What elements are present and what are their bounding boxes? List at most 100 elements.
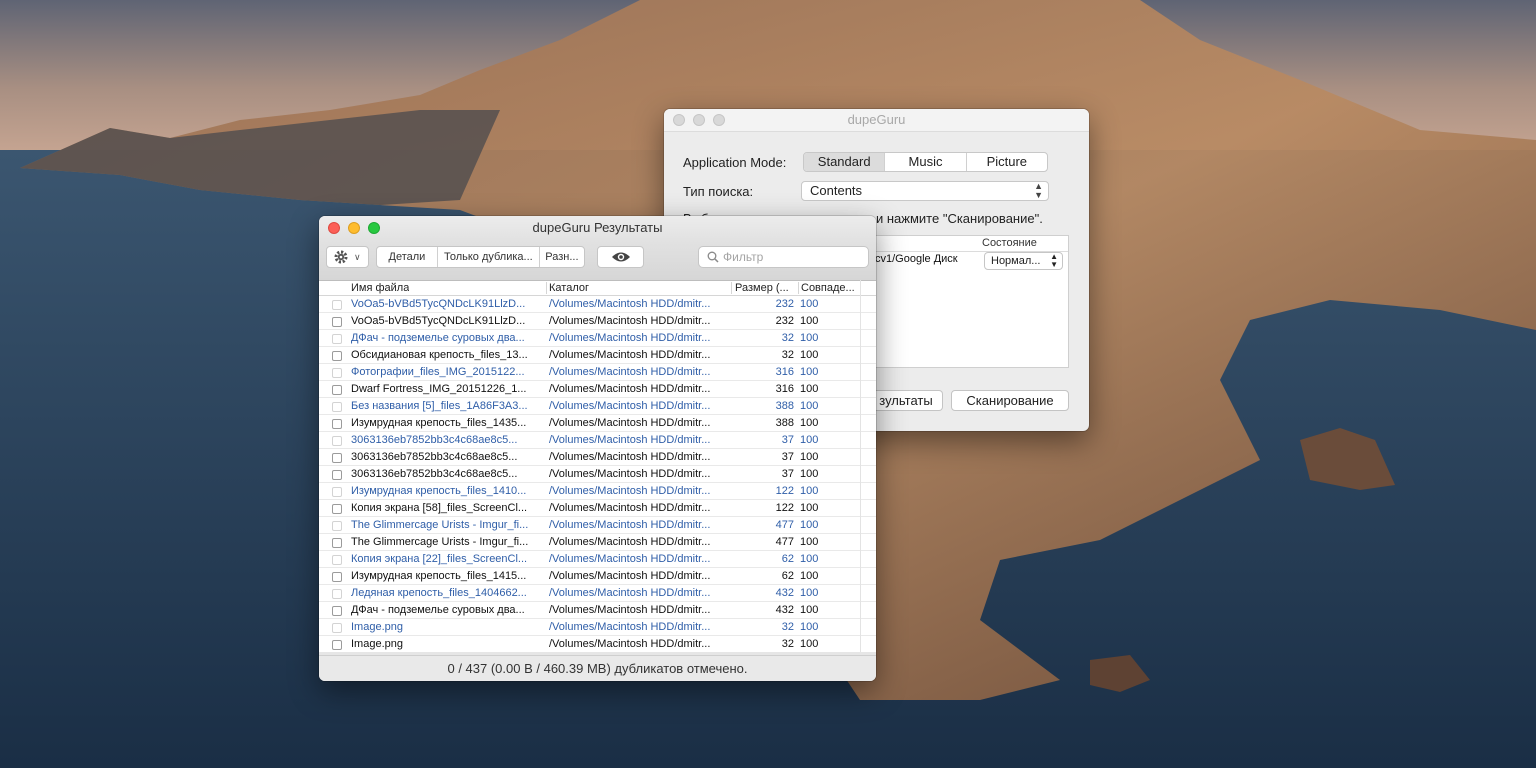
cell-match: 100 [800, 332, 819, 344]
filter-field[interactable]: Фильтр [698, 246, 869, 268]
scan-type-label: Тип поиска: [683, 184, 754, 199]
row-checkbox [332, 334, 342, 344]
cell-filename: ДФач - подземелье суровых два... [351, 332, 525, 344]
row-checkbox[interactable] [332, 504, 342, 514]
details-button[interactable]: Детали [377, 247, 438, 267]
table-row[interactable]: Обсидиановая крепость_files_13... /Volume… [319, 347, 876, 364]
cell-folder: /Volumes/Macintosh HDD/dmitr... [549, 570, 711, 582]
minimize-button[interactable] [348, 222, 360, 234]
delta-values-button[interactable]: Разн... [540, 247, 584, 267]
cell-filename: The Glimmercage Urists - Imgur_fi... [351, 536, 529, 548]
view-options-group: Детали Только дублика... Разн... [376, 246, 585, 268]
table-row[interactable]: Фотографии_files_IMG_2015122... /Volumes/… [319, 364, 876, 381]
cell-match: 100 [800, 536, 819, 548]
cell-filename: VoOa5-bVBd5TycQNDcLK91LlzD... [351, 298, 526, 310]
main-window-title: dupeGuru [847, 112, 906, 127]
row-checkbox[interactable] [332, 385, 342, 395]
row-checkbox[interactable] [332, 351, 342, 361]
column-header-match[interactable]: Совпаде... [801, 281, 859, 295]
cell-folder: /Volumes/Macintosh HDD/dmitr... [549, 536, 711, 548]
cell-size: 122 [775, 485, 794, 497]
table-row[interactable]: ДФач - подземелье суровых два... /Volumes… [319, 602, 876, 619]
mode-standard[interactable]: Standard [804, 153, 886, 171]
cell-filename: The Glimmercage Urists - Imgur_fi... [351, 519, 529, 531]
cell-match: 100 [800, 485, 819, 497]
row-checkbox[interactable] [332, 606, 342, 616]
cell-folder: /Volumes/Macintosh HDD/dmitr... [549, 519, 711, 531]
table-row[interactable]: Ледяная крепость_files_1404662... /Volume… [319, 585, 876, 602]
table-row[interactable]: Image.png/Volumes/Macintosh HDD/dmitr...… [319, 636, 876, 653]
results-window-title: dupeGuru Результаты [532, 220, 663, 235]
column-header-size[interactable]: Размер (... [735, 281, 797, 295]
table-row[interactable]: Копия экрана [22]_files_ScreenCl... /Volu… [319, 551, 876, 568]
row-checkbox[interactable] [332, 572, 342, 582]
cell-match: 100 [800, 434, 819, 446]
cell-match: 100 [800, 570, 819, 582]
chevron-down-icon: ∨ [354, 252, 361, 262]
instruction-text: и нажмите "Сканирование". [876, 211, 1043, 226]
results-toolbar: ∨ Детали Только дублика... Разн... Фильт… [319, 240, 876, 281]
quicklook-button[interactable] [597, 246, 644, 268]
row-checkbox[interactable] [332, 470, 342, 480]
results-button[interactable]: зультаты [870, 390, 943, 411]
table-row[interactable]: Изумрудная крепость_files_1435... /Volume… [319, 415, 876, 432]
cell-filename: 3063136eb7852bb3c4c68ae8c5... [351, 451, 518, 463]
cell-match: 100 [800, 417, 819, 429]
results-window-titlebar[interactable]: dupeGuru Результаты [319, 216, 876, 240]
cell-size: 316 [775, 366, 794, 378]
cell-filename: Обсидиановая крепость_files_13... [351, 349, 528, 361]
cell-size: 432 [775, 587, 794, 599]
cell-filename: Изумрудная крепость_files_1415... [351, 570, 527, 582]
column-header-folder[interactable]: Каталог [549, 281, 589, 295]
directory-path[interactable]: cv1/Google Диск [875, 253, 958, 265]
table-row[interactable]: The Glimmercage Urists - Imgur_fi... /Vol… [319, 517, 876, 534]
scan-button[interactable]: Сканирование [951, 390, 1069, 411]
cell-folder: /Volumes/Macintosh HDD/dmitr... [549, 298, 711, 310]
updown-chevron-icon: ▲ ▼ [1034, 181, 1043, 200]
filter-placeholder: Фильтр [723, 250, 764, 264]
table-row[interactable]: Image.png/Volumes/Macintosh HDD/dmitr...… [319, 619, 876, 636]
table-row[interactable]: VoOa5-bVBd5TycQNDcLK91LlzD... /Volumes/Ma… [319, 313, 876, 330]
mode-music[interactable]: Music [885, 153, 967, 171]
table-row[interactable]: 3063136eb7852bb3c4c68ae8c5... /Volumes/Ma… [319, 466, 876, 483]
close-button[interactable] [328, 222, 340, 234]
cell-match: 100 [800, 383, 819, 395]
cell-size: 62 [781, 570, 794, 582]
row-checkbox[interactable] [332, 419, 342, 429]
mode-picture[interactable]: Picture [967, 153, 1047, 171]
table-row[interactable]: Без названия [5]_files_1A86F3A3... /Volum… [319, 398, 876, 415]
results-table: VoOa5-bVBd5TycQNDcLK91LlzD... /Volumes/Ma… [319, 296, 876, 653]
table-row[interactable]: 3063136eb7852bb3c4c68ae8c5... /Volumes/Ma… [319, 432, 876, 449]
row-checkbox[interactable] [332, 538, 342, 548]
eye-icon [612, 252, 630, 262]
cell-match: 100 [800, 349, 819, 361]
table-row[interactable]: Изумрудная крепость_files_1410... /Volume… [319, 483, 876, 500]
row-checkbox[interactable] [332, 317, 342, 327]
scan-type-popup[interactable]: Contents ▲ ▼ [801, 181, 1049, 201]
close-button[interactable] [673, 114, 685, 126]
minimize-button[interactable] [693, 114, 705, 126]
cell-size: 62 [781, 553, 794, 565]
cell-filename: ДФач - подземелье суровых два... [351, 604, 525, 616]
table-row[interactable]: Копия экрана [58]_files_ScreenCl... /Volu… [319, 500, 876, 517]
table-row[interactable]: ДФач - подземелье суровых два... /Volumes… [319, 330, 876, 347]
table-row[interactable]: VoOa5-bVBd5TycQNDcLK91LlzD... /Volumes/Ma… [319, 296, 876, 313]
dupes-only-button[interactable]: Только дублика... [438, 247, 540, 267]
actions-menu-button[interactable]: ∨ [326, 246, 369, 268]
row-checkbox [332, 623, 342, 633]
cell-folder: /Volumes/Macintosh HDD/dmitr... [549, 349, 711, 361]
column-header-name[interactable]: Имя файла [351, 281, 409, 295]
row-checkbox[interactable] [332, 453, 342, 463]
table-row[interactable]: Изумрудная крепость_files_1415... /Volume… [319, 568, 876, 585]
directory-list[interactable]: Состояние cv1/Google Диск Нормал... ▲ ▼ [874, 235, 1069, 368]
row-checkbox[interactable] [332, 640, 342, 650]
table-row[interactable]: The Glimmercage Urists - Imgur_fi... /Vol… [319, 534, 876, 551]
cell-filename: Изумрудная крепость_files_1435... [351, 417, 527, 429]
zoom-button[interactable] [368, 222, 380, 234]
table-row[interactable]: 3063136eb7852bb3c4c68ae8c5... /Volumes/Ma… [319, 449, 876, 466]
zoom-button[interactable] [713, 114, 725, 126]
directory-state-popup[interactable]: Нормал... ▲ ▼ [984, 252, 1063, 270]
cell-folder: /Volumes/Macintosh HDD/dmitr... [549, 587, 711, 599]
main-window-titlebar[interactable]: dupeGuru [664, 109, 1089, 132]
table-row[interactable]: Dwarf Fortress_IMG_20151226_1... /Volumes… [319, 381, 876, 398]
